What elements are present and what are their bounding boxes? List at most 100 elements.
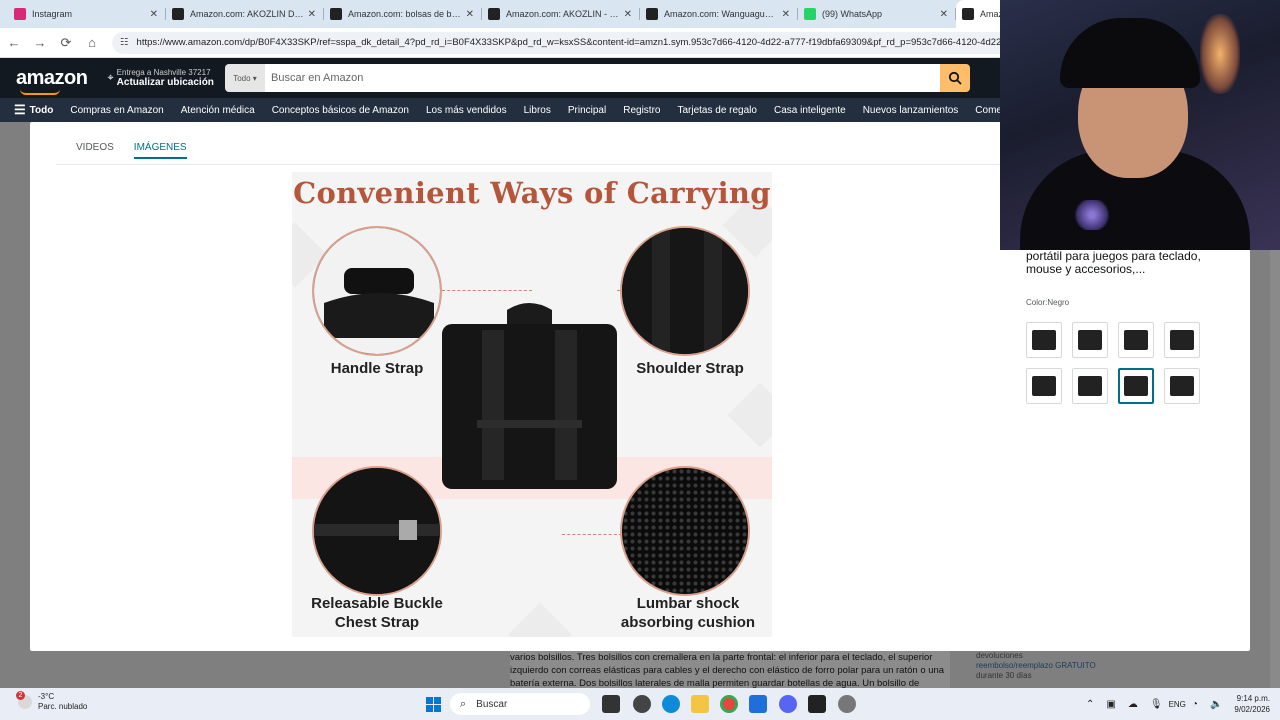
image-thumbnail[interactable] (1164, 368, 1200, 404)
store-icon[interactable] (749, 695, 767, 713)
returns-info: devoluciones reembolso/reemplazo GRATUIT… (976, 651, 1096, 681)
buckle-label: Releasable Buckle Chest Strap (292, 594, 462, 632)
task-view-icon[interactable] (602, 695, 620, 713)
product-image[interactable]: Convenient Ways of Carrying Handle Strap… (292, 172, 772, 637)
mic-icon[interactable]: 🎙 (1150, 699, 1163, 710)
clock[interactable]: 9:14 p.m. 9/02/2026 (1234, 693, 1270, 715)
image-thumbnail[interactable] (1026, 322, 1062, 358)
product-description-text: varios bolsillos. Tres bolsillos con cre… (510, 651, 950, 690)
weather-widget[interactable]: -3°C Parc. nublado (16, 691, 88, 712)
favicon-icon (14, 8, 26, 20)
location-pin-icon: ⌖ (107, 72, 114, 84)
shirt-print (1072, 200, 1112, 230)
amazon-logo[interactable]: amazon (16, 66, 88, 95)
nav-item[interactable]: Nuevos lanzamientos (863, 105, 959, 116)
back-icon[interactable]: ← (2, 35, 26, 50)
clock-date: 9/02/2026 (1234, 705, 1270, 714)
shoulder-strap-photo (620, 226, 750, 356)
epic-games-icon[interactable] (808, 695, 826, 713)
tab-title: Amazon.com: Wanguagua - Pa (664, 9, 778, 19)
modal-tabs: VIDEOS IMÁGENES (76, 142, 207, 159)
image-thumbnail[interactable] (1072, 368, 1108, 404)
file-explorer-icon[interactable] (691, 695, 709, 713)
browser-tab[interactable]: (99) WhatsApp ✕ (798, 0, 956, 28)
cloud-icon[interactable]: ☁ (1128, 699, 1138, 710)
browser-tab[interactable]: Amazon.com: bolsas de burbuja ✕ (324, 0, 482, 28)
chevron-up-icon[interactable]: ⌃ (1086, 699, 1094, 710)
nav-item[interactable]: Los más vendidos (426, 105, 507, 116)
settings-icon[interactable] (838, 695, 856, 713)
webcam-overlay (1000, 0, 1280, 250)
edge-icon[interactable] (662, 695, 680, 713)
nav-item[interactable]: Atención médica (181, 105, 255, 116)
image-thumbnail[interactable] (1118, 368, 1154, 404)
image-thumbnail[interactable] (1118, 322, 1154, 358)
backpack-illustration (442, 303, 617, 489)
image-thumbnail[interactable] (1164, 322, 1200, 358)
tab-images[interactable]: IMÁGENES (133, 142, 187, 159)
favicon-icon (172, 8, 184, 20)
url-text: https://www.amazon.com/dp/B0F4X33SKP/ref… (136, 37, 1043, 48)
reload-icon[interactable]: ⟳ (54, 35, 78, 51)
mesh-cushion-photo (620, 466, 750, 596)
image-thumbnail[interactable] (1072, 322, 1108, 358)
search-icon: ⌕ (460, 697, 467, 710)
deliver-to[interactable]: ⌖ Entrega a Nashville 37217 Actualizar u… (107, 68, 213, 88)
deliver-line-1: Entrega a Nashville 37217 (116, 68, 211, 77)
tab-videos[interactable]: VIDEOS (76, 142, 114, 159)
favicon-icon (330, 8, 342, 20)
close-tab-icon[interactable]: ✕ (782, 9, 790, 20)
forward-icon[interactable]: → (28, 35, 52, 50)
lamp (1200, 14, 1240, 94)
close-tab-icon[interactable]: ✕ (940, 9, 948, 20)
nav-item[interactable]: Principal (568, 105, 606, 116)
nav-item[interactable]: Libros (524, 105, 551, 116)
image-title: Convenient Ways of Carrying (293, 176, 771, 210)
home-icon[interactable]: ⌂ (80, 35, 104, 50)
thumbnail-image (1032, 376, 1056, 396)
buckle-label-line-2: Chest Strap (334, 614, 420, 631)
color-label: Color:Negro (1026, 298, 1070, 307)
browser-tab[interactable]: Amazon.com: AKOZLIN Desktop ✕ (166, 0, 324, 28)
thumbnail-image (1170, 376, 1194, 396)
cap (1060, 18, 1200, 88)
search-icon (948, 71, 962, 85)
browser-tab[interactable]: Amazon.com: Wanguagua - Pa ✕ (640, 0, 798, 28)
taskbar-search[interactable]: ⌕ Buscar (450, 693, 590, 715)
weather-desc: Parc. nublado (38, 702, 88, 711)
nav-item[interactable]: Compras en Amazon (70, 105, 163, 116)
favicon-icon (646, 8, 658, 20)
lumbar-label-line-2: absorbing cushion (620, 614, 756, 631)
deliver-line-2: Actualizar ubicación (116, 77, 214, 88)
search-button[interactable] (940, 64, 970, 92)
close-tab-icon[interactable]: ✕ (308, 9, 316, 20)
close-tab-icon[interactable]: ✕ (466, 9, 474, 20)
volume-icon[interactable]: 🔈 (1210, 699, 1222, 710)
close-tab-icon[interactable]: ✕ (150, 9, 158, 20)
thumbnail-image (1124, 330, 1148, 350)
chrome-icon[interactable] (720, 695, 738, 713)
amazon-logo-text: amazon (16, 66, 88, 89)
nav-item[interactable]: Tarjetas de regalo (677, 105, 757, 116)
discord-icon[interactable] (779, 695, 797, 713)
windows-start-icon[interactable] (426, 697, 441, 712)
search-category-select[interactable]: Todo ▾ (225, 64, 265, 92)
wifi-icon[interactable]: ◔ (1192, 699, 1198, 710)
search-input[interactable]: Buscar en Amazon (265, 64, 940, 92)
image-thumbnail[interactable] (1026, 368, 1062, 404)
browser-tab[interactable]: Amazon.com: AKOZLIN - Estuche ✕ (482, 0, 640, 28)
all-menu-button[interactable]: ☰ Todo (14, 102, 53, 118)
returns-line-3: durante 30 días (976, 671, 1032, 680)
language-indicator[interactable]: ENG (1169, 700, 1186, 709)
nav-item[interactable]: Registro (623, 105, 660, 116)
nav-item[interactable]: Conceptos básicos de Amazon (272, 105, 409, 116)
tab-title: Amazon.com: AKOZLIN - Estuche (506, 9, 620, 19)
network-icon[interactable]: ▣ (1106, 699, 1115, 710)
app-icon[interactable] (633, 695, 651, 713)
close-tab-icon[interactable]: ✕ (624, 9, 632, 20)
site-info-icon[interactable]: ☷ (120, 37, 129, 48)
weather-temp: -3°C (38, 692, 55, 701)
search-bar: Todo ▾ Buscar en Amazon (225, 64, 970, 92)
browser-tab[interactable]: Instagram ✕ (8, 0, 166, 28)
nav-item[interactable]: Casa inteligente (774, 105, 846, 116)
